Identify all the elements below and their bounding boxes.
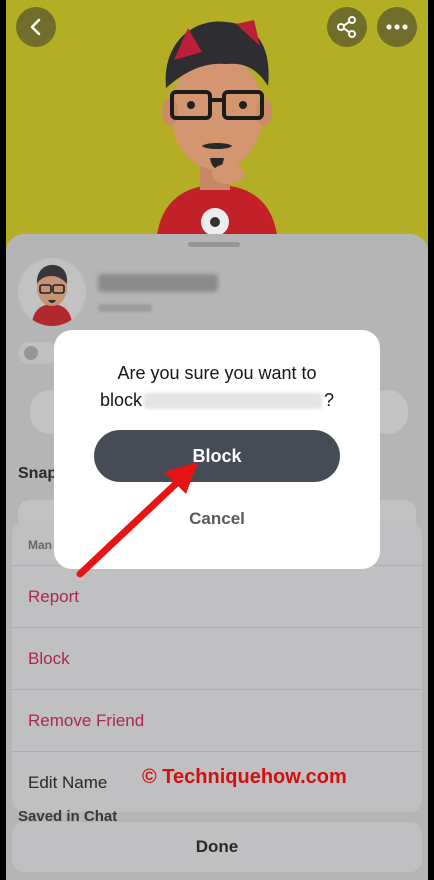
dialog-question: Are you sure you want to block? <box>54 360 380 414</box>
watermark-text: © Techniquehow.com <box>142 766 347 788</box>
dialog-question-suffix: ? <box>324 390 335 410</box>
block-confirm-label: Block <box>192 445 242 466</box>
cancel-label: Cancel <box>189 509 245 528</box>
cancel-button[interactable]: Cancel <box>154 504 280 534</box>
dialog-question-prefix: block <box>99 390 142 410</box>
dialog-question-line2: block? <box>54 387 380 414</box>
dialog-question-line1: Are you sure you want to <box>117 363 317 383</box>
redacted-name <box>144 393 322 410</box>
app-screen: Snap Man Report Block Remove Friend Edit… <box>6 0 428 880</box>
block-confirm-dialog: Are you sure you want to block? Block Ca… <box>54 330 380 569</box>
block-confirm-button[interactable]: Block <box>94 430 340 482</box>
